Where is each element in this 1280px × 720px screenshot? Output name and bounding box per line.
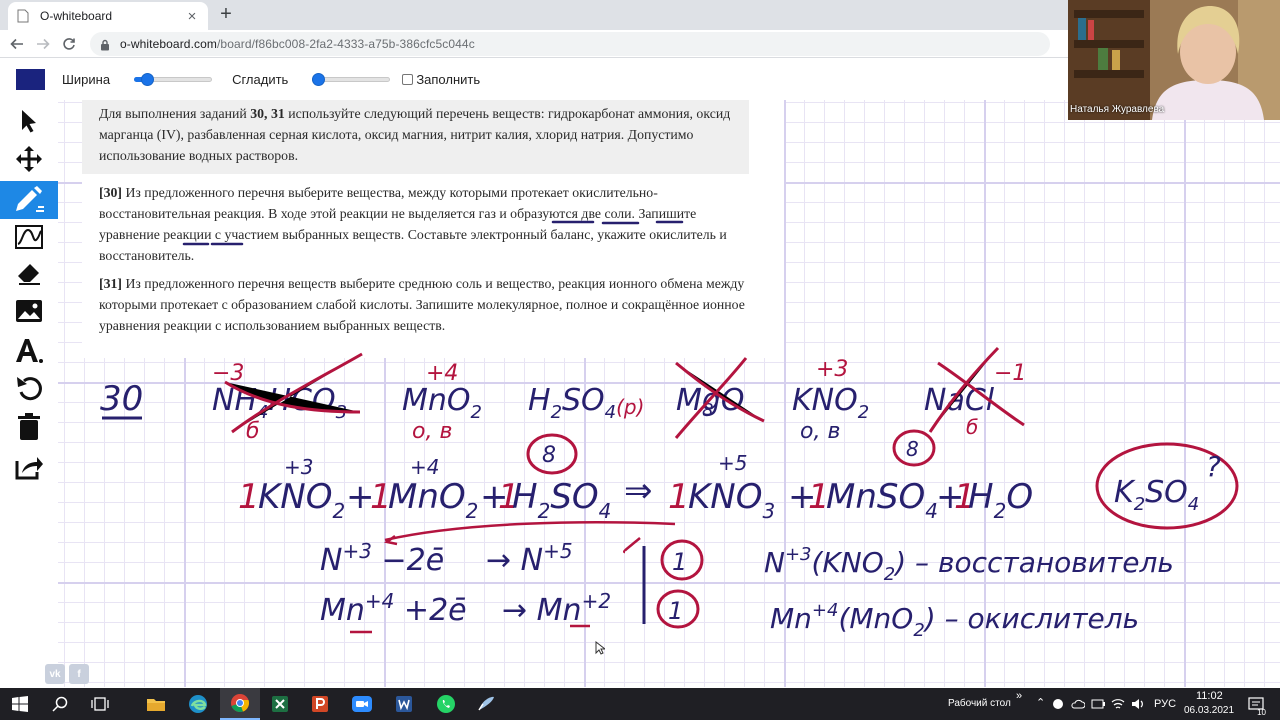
smooth-slider-thumb[interactable]: [312, 73, 326, 86]
chevron-right-icon[interactable]: »: [1016, 690, 1022, 702]
network-tray-icon[interactable]: [1048, 688, 1068, 720]
url-text: o-whiteboard.com/board/f86bc008-2fa2-433…: [120, 36, 475, 51]
webcam-picture: [1068, 0, 1280, 120]
eraser-icon[interactable]: [0, 254, 58, 292]
question-31: [31] Из предложенного перечня веществ вы…: [99, 276, 745, 333]
vk-icon[interactable]: vk: [45, 664, 65, 684]
fill-checkbox[interactable]: Заполнить: [402, 72, 480, 87]
tab-title: O-whiteboard: [40, 9, 113, 23]
clock-date[interactable]: 06.03.2021: [1184, 705, 1234, 716]
pen-color-swatch[interactable]: [16, 68, 45, 90]
width-slider[interactable]: [134, 72, 213, 86]
notifications-icon[interactable]: 10: [1244, 688, 1268, 720]
close-icon[interactable]: ×: [184, 8, 200, 25]
paint-icon[interactable]: [466, 688, 506, 720]
wifi-icon[interactable]: [1108, 688, 1128, 720]
width-slider-thumb[interactable]: [141, 73, 155, 86]
browser-tab[interactable]: O-whiteboard ×: [8, 2, 208, 30]
excel-icon[interactable]: [260, 688, 300, 720]
file-explorer-icon[interactable]: [136, 688, 176, 720]
powerpoint-icon[interactable]: [300, 688, 340, 720]
reload-icon[interactable]: [56, 32, 82, 56]
chevron-up-icon[interactable]: ⌃: [1036, 696, 1045, 709]
fill-checkbox-box[interactable]: [402, 73, 414, 85]
battery-icon[interactable]: [1088, 688, 1108, 720]
question-30: [30] Из предложенного перечня выберите в…: [99, 185, 727, 263]
plus-icon[interactable]: +: [214, 3, 238, 27]
volume-icon[interactable]: [1128, 688, 1148, 720]
trash-icon[interactable]: [0, 408, 58, 446]
tool-panel: [0, 100, 58, 490]
facebook-icon[interactable]: f: [69, 664, 89, 684]
word-icon[interactable]: [384, 688, 424, 720]
language-indicator[interactable]: РУС: [1154, 698, 1176, 710]
windows-taskbar: Рабочий стол » ⌃ РУС 11:02 06.03.2021 10: [0, 688, 1280, 720]
image-icon[interactable]: [0, 292, 58, 330]
windows-start-icon[interactable]: [0, 688, 40, 720]
pen-icon[interactable]: [0, 181, 58, 219]
screen: O-whiteboard × + o-whiteboard.com/board/…: [0, 0, 1280, 720]
cloud-icon[interactable]: [1068, 688, 1088, 720]
search-icon[interactable]: [40, 688, 80, 720]
undo-icon[interactable]: [0, 370, 58, 408]
move-icon[interactable]: [0, 140, 58, 178]
export-icon[interactable]: [0, 448, 58, 486]
zoom-icon[interactable]: [342, 688, 382, 720]
participant-name: Наталья Журавлева: [1070, 104, 1165, 115]
back-icon[interactable]: [4, 32, 30, 56]
whiteboard-toolbar: Ширина Сгладить Заполнить: [0, 59, 1068, 99]
smooth-slider[interactable]: [312, 72, 391, 86]
line-tool-icon[interactable]: [0, 218, 58, 256]
browser-tab-strip: O-whiteboard × +: [0, 0, 1068, 30]
desktop-toolbar-label[interactable]: Рабочий стол: [948, 698, 1011, 709]
pointer-icon[interactable]: [0, 102, 58, 140]
fill-label: Заполнить: [416, 71, 481, 87]
notification-count: 10: [1257, 708, 1266, 717]
whatsapp-icon[interactable]: [426, 688, 466, 720]
chrome-icon[interactable]: [220, 688, 260, 720]
lock-icon: [100, 38, 112, 50]
mouse-cursor-icon: [595, 641, 605, 655]
address-bar[interactable]: o-whiteboard.com/board/f86bc008-2fa2-433…: [90, 31, 1050, 56]
forward-icon[interactable]: [30, 32, 56, 56]
smooth-label: Сгладить: [232, 71, 289, 87]
page-icon: [16, 9, 30, 23]
width-label: Ширина: [62, 71, 111, 87]
edge-icon[interactable]: [178, 688, 218, 720]
browser-toolbar: o-whiteboard.com/board/f86bc008-2fa2-433…: [0, 30, 1068, 58]
text-tool-icon[interactable]: [0, 332, 58, 370]
task-view-icon[interactable]: [80, 688, 120, 720]
clock-time[interactable]: 11:02: [1196, 690, 1223, 702]
task-document: Для выполнения заданий 30, 31 используйт…: [82, 100, 784, 358]
webcam-video: Наталья Журавлева: [1068, 0, 1280, 120]
intro-text: Для выполнения заданий 30, 31 используйт…: [99, 106, 731, 163]
